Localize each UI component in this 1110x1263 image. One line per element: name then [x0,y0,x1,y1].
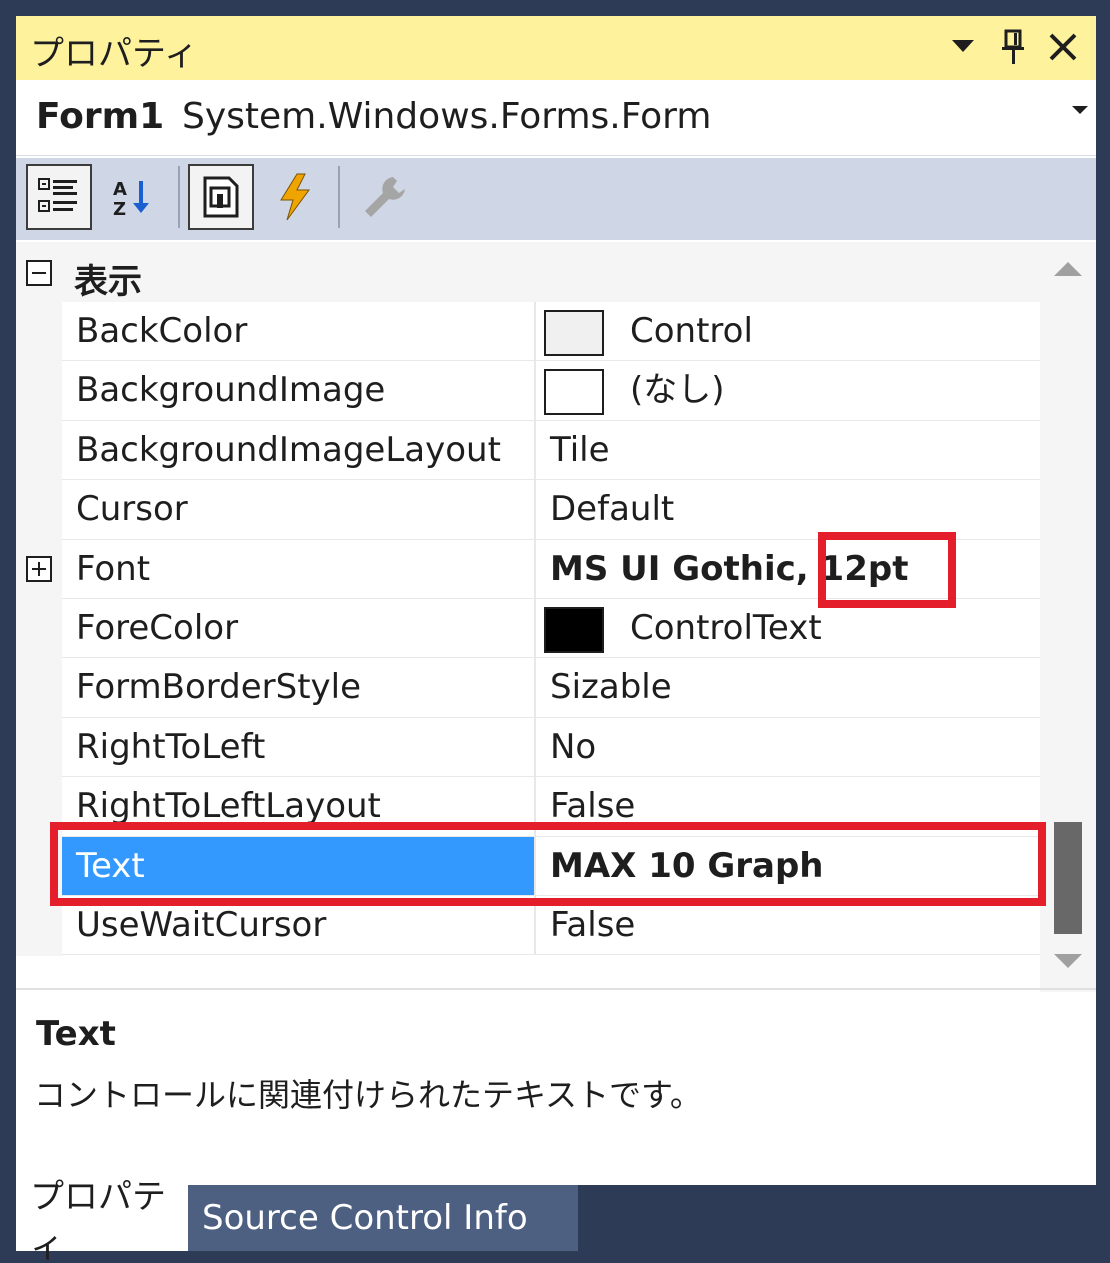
alphabetical-button[interactable]: A Z [100,164,166,230]
property-row-usewaitcursor[interactable]: UseWaitCursor False [62,896,1040,956]
property-row-forecolor[interactable]: ForeColor ControlText [62,599,1040,659]
toolbar-separator [178,166,180,228]
property-name: BackColor [62,302,536,361]
tab-properties[interactable]: プロパティ [16,1177,188,1263]
property-value-text: ControlText [630,608,822,648]
description-title: Text [36,1014,116,1054]
pin-icon[interactable] [990,24,1036,70]
property-row-formborderstyle[interactable]: FormBorderStyle Sizable [62,658,1040,718]
property-value[interactable]: False [538,896,1040,954]
property-pages-button[interactable] [350,164,416,230]
property-name: UseWaitCursor [62,896,536,955]
property-value-text: (なし) [630,370,725,411]
property-name: Font [62,539,536,598]
property-name: RightToLeftLayout [62,777,536,836]
property-value[interactable]: MS UI Gothic, 12pt [538,540,1040,598]
vertical-scrollbar[interactable] [1040,242,1096,992]
lightning-icon [280,173,310,221]
properties-panel: Form1 System.Windows.Forms.Form A Z 表示 B… [16,80,1096,1185]
font-size-text: 12pt [820,548,909,589]
alphabetical-icon: A Z [113,179,149,219]
property-name: BackgroundImageLayout [62,420,536,480]
property-row-cursor[interactable]: Cursor Default [62,480,1040,540]
property-row-font[interactable]: Font MS UI Gothic, 12pt [26,539,1040,599]
bottom-tabs: プロパティ Source Control Info [16,1177,1096,1263]
svg-text:A: A [113,179,127,200]
grid-gutter [16,302,62,956]
chevron-down-icon[interactable] [1072,106,1088,114]
color-swatch [544,310,604,356]
scrollbar-thumb[interactable] [1054,822,1082,934]
toolbar-separator [338,166,340,228]
wrench-icon [365,177,405,217]
close-icon[interactable] [1040,24,1086,70]
font-name-text: MS UI Gothic, [550,548,821,589]
property-value[interactable]: MAX 10 Graph [538,837,1040,895]
property-value[interactable]: Tile [538,421,1040,479]
categorized-button[interactable] [26,164,92,230]
property-row-righttoleft[interactable]: RightToLeft No [62,717,1040,778]
collapse-icon[interactable] [26,260,52,286]
property-name: FormBorderStyle [62,658,536,717]
property-value[interactable]: ControlText [538,599,1040,657]
object-name: Form1 [36,96,165,137]
property-value-text: Control [630,311,753,351]
property-value[interactable]: (なし) [538,361,1040,419]
property-name: ForeColor [62,599,536,658]
object-selector[interactable]: Form1 System.Windows.Forms.Form [16,80,1096,156]
scroll-up-icon[interactable] [1054,262,1082,276]
property-value[interactable]: Sizable [538,658,1040,716]
svg-text:Z: Z [113,199,126,219]
property-row-backcolor[interactable]: BackColor Control [62,302,1040,362]
property-row-righttoleftlayout[interactable]: RightToLeftLayout False [62,777,1040,837]
property-value[interactable]: False [538,777,1040,835]
category-header[interactable]: 表示 [16,242,1040,302]
description-text: コントロールに関連付けられたテキストです。 [34,1076,702,1114]
property-name: RightToLeft [62,717,536,777]
panel-titlebar: プロパティ [16,16,1096,80]
panel-title: プロパティ [30,34,198,74]
property-grid: 表示 BackColor Control BackgroundImage (なし… [16,242,1040,992]
scroll-down-icon[interactable] [1054,954,1082,968]
categorized-icon [38,178,77,212]
property-name: Text [62,836,536,895]
property-name: BackgroundImage [62,361,536,420]
property-value[interactable]: Default [538,480,1040,538]
color-swatch [544,607,604,653]
dropdown-arrow-icon[interactable] [940,24,986,70]
property-row-backgroundimagelayout[interactable]: BackgroundImageLayout Tile [62,420,1040,481]
events-button[interactable] [262,164,328,230]
image-swatch [544,369,604,416]
description-divider[interactable] [16,988,1096,990]
properties-toolbar: A Z [16,158,1096,240]
object-type: System.Windows.Forms.Form [182,96,712,137]
property-value[interactable]: Control [538,302,1040,360]
property-row-backgroundimage[interactable]: BackgroundImage (なし) [62,361,1040,421]
property-row-text[interactable]: Text MAX 10 Graph [62,836,1040,896]
category-label: 表示 [74,262,142,302]
property-name: Cursor [62,480,536,539]
tab-source-control-info[interactable]: Source Control Info [188,1185,578,1251]
property-value[interactable]: No [538,718,1040,776]
properties-icon [203,176,239,218]
expand-icon[interactable] [26,555,52,582]
properties-button[interactable] [188,164,254,230]
